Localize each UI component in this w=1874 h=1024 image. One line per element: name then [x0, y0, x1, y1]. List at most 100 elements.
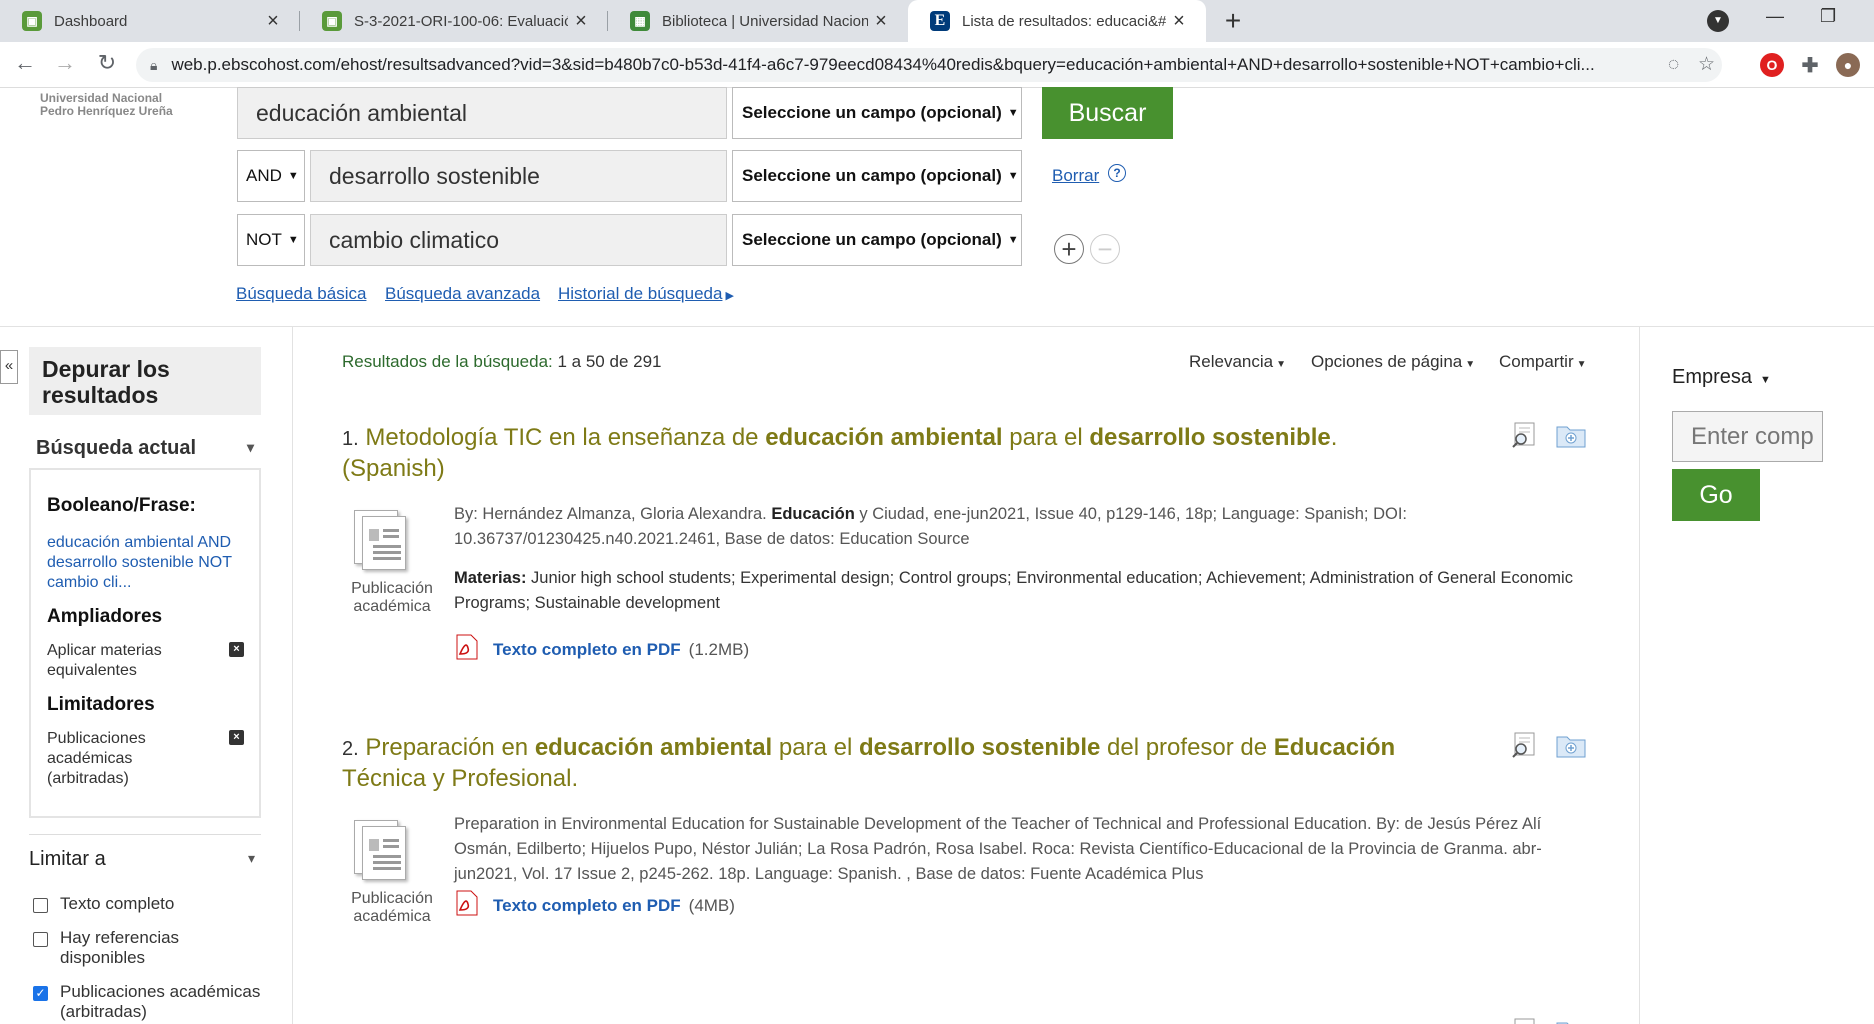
busqueda-avanzada-link[interactable]: Búsqueda avanzada [385, 284, 540, 304]
publication-type-label: Publicación académica [351, 890, 433, 925]
add-to-folder-icon[interactable] [1556, 1018, 1586, 1024]
remove-row-minus-icon[interactable]: − [1090, 234, 1120, 264]
divider [1639, 327, 1640, 1024]
company-search-input[interactable] [1672, 411, 1823, 462]
remove-expander-icon[interactable]: × [229, 642, 244, 657]
tab-search-dropdown-icon[interactable]: ▼ [1707, 10, 1729, 32]
add-row-plus-icon[interactable]: + [1054, 234, 1084, 264]
field-select-1[interactable]: Seleccione un campo (opcional) ▼ [732, 87, 1022, 139]
bookmark-star-icon[interactable]: ☆ [1698, 48, 1715, 82]
full-text-checkbox[interactable] [33, 898, 48, 913]
new-tab-plus-icon[interactable]: + [1218, 5, 1248, 37]
avatar[interactable]: ● [1836, 53, 1860, 77]
pdf-size: (4MB) [688, 896, 735, 915]
tab-title: S-3-2021-ORI-100-06: Evaluación [354, 12, 568, 30]
historial-busqueda-link[interactable]: Historial de búsqueda ▶ [558, 284, 734, 304]
close-tab-icon[interactable]: × [568, 10, 594, 33]
remove-limiter-icon[interactable]: × [229, 730, 244, 745]
caret-down-icon: ▼ [1007, 234, 1019, 246]
close-tab-icon[interactable]: × [260, 10, 286, 33]
tab-title: Biblioteca | Universidad Nacional [662, 12, 868, 30]
peer-reviewed-label: Publicaciones académicas (arbitradas) [60, 982, 261, 1021]
collapse-panel-icon[interactable]: « [0, 350, 18, 384]
current-search-label: Búsqueda actual [36, 437, 197, 459]
search-input-2[interactable]: desarrollo sostenible [310, 150, 727, 202]
result-title[interactable]: 1. Metodología TIC en la enseñanza de ed… [342, 423, 1462, 484]
bool-operator-select-3[interactable]: NOT ▼ [237, 214, 305, 266]
pdf-icon[interactable] [454, 634, 480, 660]
results-count: Resultados de la búsqueda: 1 a 50 de 291 [342, 352, 661, 372]
tab-biblioteca[interactable]: ▦ Biblioteca | Universidad Nacional × [608, 0, 908, 42]
results-count-value: 1 a 50 de 291 [557, 352, 662, 371]
url-text[interactable]: web.p.ebscohost.com/ehost/resultsadvance… [171, 55, 1651, 75]
browser-toolbar: ← → ↻ 🔒︎ web.p.ebscohost.com/ehost/resul… [0, 42, 1874, 88]
field-select-3[interactable]: Seleccione un campo (opcional) ▼ [732, 214, 1022, 266]
preview-magnifier-icon[interactable] [1512, 1018, 1538, 1024]
add-to-folder-icon[interactable] [1556, 422, 1586, 448]
limiters-label: Limitadores [47, 694, 155, 715]
references-checkbox[interactable] [33, 932, 48, 947]
tab-dashboard[interactable]: ▣ Dashboard × [0, 0, 300, 42]
restore-window-icon[interactable]: ❐ [1820, 6, 1836, 27]
result-metadata: Preparation in Environmental Education f… [454, 815, 1542, 883]
academic-journal-icon[interactable] [350, 510, 414, 572]
pdf-full-text-link[interactable]: Texto completo en PDF (1.2MB) [493, 640, 749, 660]
university-logo: Universidad Nacional Pedro Henríquez Ure… [40, 92, 220, 118]
peer-reviewed-checkbox[interactable]: ✓ [33, 986, 48, 1001]
eye-slash-icon[interactable]: ◌ [1668, 48, 1679, 82]
company-label: Empresa [1672, 366, 1753, 388]
go-button[interactable]: Go [1672, 469, 1760, 521]
caret-down-icon: ▼ [1465, 359, 1476, 370]
caret-down-icon: ▼ [287, 234, 299, 246]
address-bar[interactable]: 🔒︎ web.p.ebscohost.com/ehost/resultsadva… [136, 48, 1722, 82]
boolean-query-link[interactable]: educación ambiental AND desarrollo soste… [47, 533, 252, 593]
share-dropdown[interactable]: Compartir ▼ [1499, 352, 1587, 372]
preview-magnifier-icon[interactable] [1512, 732, 1538, 758]
borrar-link[interactable]: Borrar [1052, 166, 1099, 186]
company-dropdown[interactable]: Empresa ▼ [1672, 366, 1771, 389]
caret-down-icon: ▼ [287, 170, 299, 182]
add-to-folder-icon[interactable] [1556, 732, 1586, 758]
reload-icon[interactable]: ↻ [92, 50, 122, 76]
subjects-label: Materias: [454, 569, 527, 587]
field-select-label: Seleccione un campo (opcional) [742, 103, 1002, 122]
limit-to-label: Limitar a [29, 848, 106, 870]
meta-highlight: Educación [771, 505, 855, 523]
tab-lista-resultados[interactable]: E Lista de resultados: educaci&#24 × [908, 0, 1206, 42]
forward-arrow-icon[interactable]: → [50, 50, 80, 76]
relevance-dropdown[interactable]: Relevancia ▼ [1189, 352, 1286, 372]
minimize-icon[interactable]: — [1766, 6, 1784, 27]
chevron-down-icon[interactable]: ▾ [247, 439, 254, 456]
limit-to-heading[interactable]: Limitar a ▾ [29, 848, 261, 871]
expander-item: Aplicar materias equivalentes [47, 642, 162, 679]
bool-operator-label: AND [246, 166, 282, 185]
result-title[interactable]: 2. Preparación en educación ambiental pa… [342, 733, 1462, 794]
extensions-puzzle-icon[interactable]: ✚ [1798, 53, 1822, 77]
bool-operator-select-2[interactable]: AND ▼ [237, 150, 305, 202]
tab-evaluacion[interactable]: ▣ S-3-2021-ORI-100-06: Evaluación × [300, 0, 608, 42]
search-input-1[interactable]: educación ambiental [237, 87, 727, 139]
relevance-label: Relevancia [1189, 352, 1274, 371]
title-text: para el [772, 734, 859, 761]
buscar-button[interactable]: Buscar [1042, 87, 1173, 139]
result-metadata: By: Hernández Almanza, Gloria Alexandra.… [454, 502, 1574, 552]
page-options-dropdown[interactable]: Opciones de página ▼ [1311, 352, 1475, 372]
opera-extension-icon[interactable]: O [1760, 53, 1784, 77]
pdf-icon[interactable] [454, 890, 480, 916]
search-input-3[interactable]: cambio climatico [310, 214, 727, 266]
chevron-down-icon[interactable]: ▾ [248, 850, 255, 867]
title-highlight: Educación [1273, 734, 1396, 761]
pdf-full-text-link[interactable]: Texto completo en PDF (4MB) [493, 896, 735, 916]
search-term-3: cambio climatico [329, 226, 499, 253]
current-search-heading[interactable]: Búsqueda actual ▾ [36, 437, 260, 460]
close-tab-icon[interactable]: × [868, 10, 894, 33]
busqueda-basica-link[interactable]: Búsqueda básica [236, 284, 366, 304]
help-icon[interactable]: ? [1108, 164, 1126, 182]
field-select-label: Seleccione un campo (opcional) [742, 166, 1002, 185]
preview-magnifier-icon[interactable] [1512, 422, 1538, 448]
academic-journal-icon[interactable] [350, 820, 414, 882]
close-tab-icon[interactable]: × [1166, 10, 1192, 33]
lock-icon[interactable]: 🔒︎ [150, 57, 157, 74]
field-select-2[interactable]: Seleccione un campo (opcional) ▼ [732, 150, 1022, 202]
back-arrow-icon[interactable]: ← [10, 50, 40, 76]
